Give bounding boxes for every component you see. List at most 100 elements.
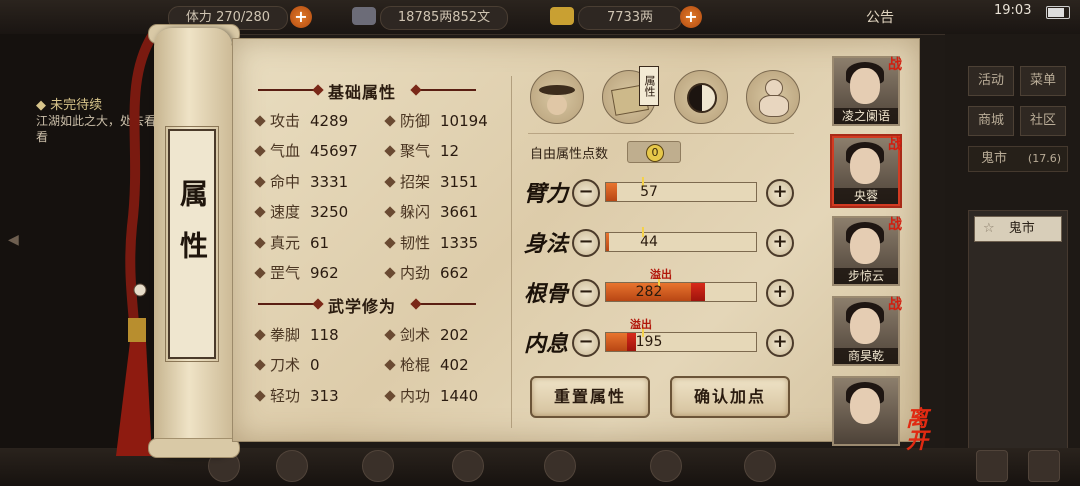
party-member-name: 商昊乾 (834, 348, 898, 364)
stat-name: 内劲 (400, 264, 431, 282)
attribute-label: 身法 (524, 231, 569, 257)
map-search-result[interactable]: ☆ 鬼市 (974, 216, 1062, 242)
stat-name: 速度 (270, 203, 301, 222)
announcement-button[interactable]: 公告 (866, 7, 894, 27)
ornament-left (258, 303, 318, 305)
ornament-left (258, 89, 318, 91)
diamond-icon (254, 115, 266, 127)
decrease-button[interactable]: − (572, 179, 600, 207)
party-member-portrait[interactable]: 凌之阑语 战 (832, 56, 902, 126)
scroll-title-plate: 属性 (165, 126, 219, 362)
stamina-value: 270/280 (216, 10, 271, 25)
bottom-icon-8[interactable] (976, 450, 1008, 482)
bottom-icon-5[interactable] (544, 450, 576, 482)
attribute-bar: 44 (605, 227, 757, 252)
reset-attributes-button[interactable]: 重置属性 (530, 376, 650, 418)
ornament-right (416, 303, 476, 305)
battle-tag: 战 (888, 217, 902, 233)
bottom-icon-6[interactable] (650, 450, 682, 482)
stat-base_stats-2: 气血 45697 (254, 140, 358, 161)
stat-value: 10194 (440, 112, 488, 130)
stat-value: 662 (440, 264, 469, 282)
menu-button[interactable]: 菜单 (1020, 66, 1066, 96)
bottom-icon-9[interactable] (1028, 450, 1060, 482)
diamond-icon (254, 267, 266, 279)
stat-martial_stats-3: 枪棍 402 (384, 354, 469, 375)
scroll-title: 属性 (176, 179, 209, 283)
stat-martial_stats-2: 刀术 0 (254, 354, 320, 375)
free-points-value: 0 (646, 144, 664, 162)
attribute-label: 臂力 (524, 181, 569, 207)
quest-title-text: 未完待续 (50, 98, 103, 113)
panel-divider (511, 76, 512, 428)
stat-base_stats-3: 聚气 12 (384, 140, 459, 161)
decrease-button[interactable]: − (572, 229, 600, 257)
map-list (968, 210, 1068, 452)
stat-name: 聚气 (400, 142, 431, 161)
party-member-portrait[interactable]: 央蓉 战 (832, 136, 902, 206)
activity-button[interactable]: 活动 (968, 66, 1014, 96)
increase-button[interactable]: + (766, 279, 794, 307)
collapse-left-icon[interactable]: ◀ (8, 232, 19, 248)
overflow-label: 溢出 (630, 318, 652, 331)
stat-martial_stats-1: 剑术 202 (384, 324, 469, 345)
confirm-points-button[interactable]: 确认加点 (670, 376, 790, 418)
bottom-icon-4[interactable] (452, 450, 484, 482)
stat-value: 3661 (440, 203, 479, 222)
attribute-bar: 195 (605, 327, 757, 352)
stat-base_stats-1: 防御 10194 (384, 110, 488, 131)
diamond-icon (384, 359, 396, 372)
increase-button[interactable]: + (766, 179, 794, 207)
location-name: 鬼市 (981, 151, 1008, 166)
diamond-icon (384, 115, 396, 127)
face-shape (850, 308, 880, 344)
martial-section-title: 武学修为 (328, 297, 397, 316)
star-icon: ☆ (983, 221, 995, 236)
location-level: (17.6) (1027, 152, 1061, 165)
stat-name: 拳脚 (270, 326, 301, 344)
stat-name: 枪棍 (400, 356, 431, 375)
gold-display: 7733两 (578, 6, 682, 30)
face-shape (850, 228, 880, 264)
bagua-tab-icon[interactable] (674, 70, 728, 124)
bottom-icon-7[interactable] (744, 450, 776, 482)
bottom-icon-2[interactable] (276, 450, 308, 482)
stat-martial_stats-5: 内功 1440 (384, 385, 478, 406)
party-member-portrait[interactable]: 步惊云 战 (832, 216, 902, 286)
bottom-icon-3[interactable] (362, 450, 394, 482)
attribute-label: 根骨 (524, 281, 569, 307)
face-shape (850, 388, 880, 424)
diamond-icon (384, 236, 396, 249)
meridian-tab-icon[interactable] (746, 70, 800, 124)
stat-name: 气血 (270, 142, 301, 161)
party-member-name: 凌之阑语 (834, 108, 898, 124)
community-button[interactable]: 社区 (1020, 106, 1066, 136)
attribute-value: 57 (640, 184, 658, 200)
stat-base_stats-11: 内劲 662 (384, 262, 469, 283)
party-member-portrait[interactable] (832, 376, 900, 446)
stat-value: 1335 (440, 233, 479, 252)
stat-base_stats-5: 招架 3151 (384, 171, 479, 192)
stat-name: 内功 (400, 386, 431, 405)
add-gold-button[interactable]: + (680, 6, 702, 28)
attribute-value: 282 (635, 284, 663, 300)
decrease-button[interactable]: − (572, 329, 600, 357)
location-display: 鬼市 (17.6) (968, 146, 1068, 172)
stat-value: 45697 (310, 142, 358, 161)
quest-title[interactable]: ◆ 未完待续 (36, 94, 102, 113)
attribute-value: 44 (640, 234, 658, 250)
stat-base_stats-10: 罡气 962 (254, 262, 339, 283)
decrease-button[interactable]: − (572, 279, 600, 307)
increase-button[interactable]: + (766, 329, 794, 357)
stat-martial_stats-4: 轻功 313 (254, 385, 339, 406)
diamond-icon (384, 267, 396, 279)
party-member-portrait[interactable]: 商昊乾 战 (832, 296, 902, 366)
increase-button[interactable]: + (766, 229, 794, 257)
stat-value: 3151 (440, 172, 479, 191)
leave-button[interactable]: 离开 (906, 408, 946, 452)
map-search-label: 鬼市 (1008, 221, 1035, 236)
equipment-tab-icon[interactable] (530, 70, 584, 124)
add-stamina-button[interactable]: + (290, 6, 312, 28)
shop-button[interactable]: 商城 (968, 106, 1014, 136)
stat-value: 313 (310, 386, 339, 405)
